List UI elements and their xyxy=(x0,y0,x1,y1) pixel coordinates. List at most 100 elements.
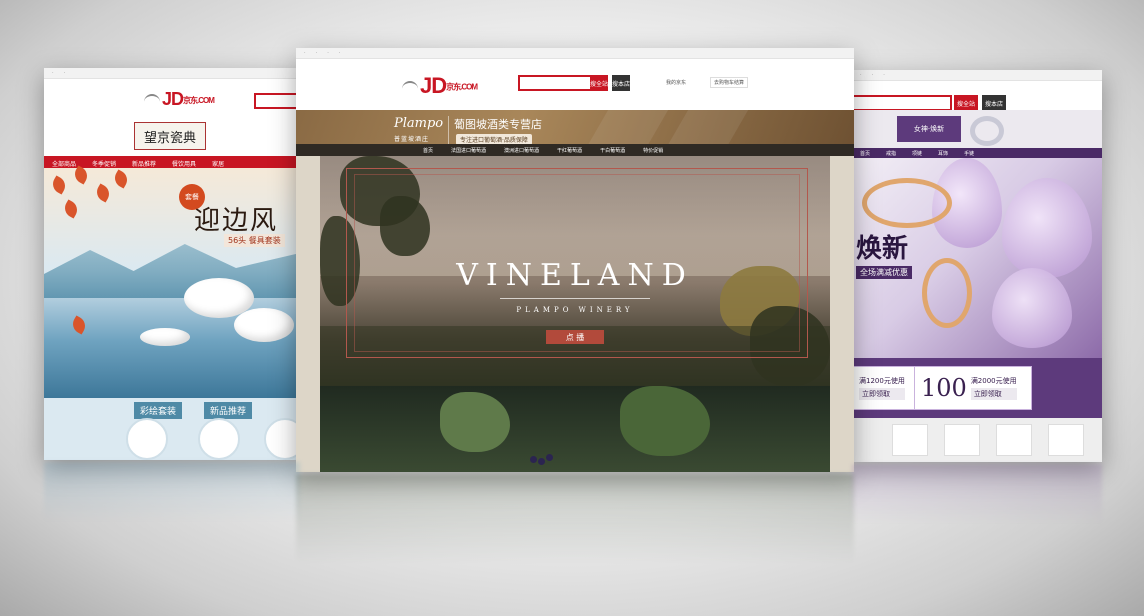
nav-item[interactable]: 首页 xyxy=(414,144,442,156)
poster-title: 迎边风 xyxy=(194,206,279,236)
hero-subtitle: 全场满减优惠 xyxy=(856,266,912,279)
nav-item[interactable]: 干白葡萄酒 xyxy=(591,144,634,156)
coupon-use-button[interactable]: 立即领取 xyxy=(970,388,1017,400)
jd-logo[interactable]: JD京东.COM xyxy=(144,89,215,110)
category-label[interactable]: 彩绘套装 xyxy=(134,402,183,419)
jd-dog-icon xyxy=(402,81,418,93)
hero-title: VINELAND xyxy=(456,258,694,293)
nav-item[interactable]: 手链 xyxy=(956,148,982,158)
side-margin xyxy=(296,156,320,472)
coupon-section: 满1200元使用 立即领取 100 满2000元使用 立即领取 xyxy=(852,358,1102,418)
hero-banner[interactable]: 焕新 全场满减优惠 xyxy=(852,158,1102,358)
vine-leaf-image xyxy=(440,392,510,452)
nav-item[interactable]: 耳饰 xyxy=(930,148,956,158)
brand-logo[interactable]: Plampo xyxy=(394,116,443,131)
ring-image xyxy=(922,258,972,328)
title-underline xyxy=(500,298,650,299)
mountain-image xyxy=(44,244,300,298)
store-nav: 首页 戒指 项链 耳饰 手链 xyxy=(852,148,1102,158)
store-banner: 望京瓷典 xyxy=(44,118,300,157)
orchid-image xyxy=(1002,178,1092,278)
header: JD京东.COM xyxy=(44,79,300,117)
grape-image xyxy=(538,458,545,465)
my-jd-link[interactable]: 我的京东 xyxy=(666,79,686,86)
search-input[interactable] xyxy=(518,75,592,91)
coupon[interactable]: 100 满2000元使用 立即领取 xyxy=(914,366,1032,410)
grape-image xyxy=(546,454,553,461)
orchid-image xyxy=(992,268,1072,348)
search-input[interactable] xyxy=(852,95,952,111)
coupon[interactable]: 满1200元使用 立即领取 xyxy=(852,366,920,410)
teapot-image xyxy=(234,308,294,342)
vine-leaf-image xyxy=(620,386,710,456)
hero-subtitle: PLAMPO WINERY xyxy=(516,306,634,314)
maple-leaf-icon xyxy=(69,315,89,335)
left-page-reflection xyxy=(44,462,300,522)
grape-image xyxy=(530,456,537,463)
ring-image xyxy=(970,116,1004,146)
product-thumb[interactable] xyxy=(892,424,928,456)
lower-banner xyxy=(320,386,830,472)
store-name[interactable]: 望京瓷典 xyxy=(134,122,206,150)
maple-leaf-icon xyxy=(49,175,69,195)
nav-item[interactable]: 特价促销 xyxy=(634,144,672,156)
promo-banner[interactable]: 女神·焕新 xyxy=(897,116,961,142)
nav-item[interactable]: 餐饮用具 xyxy=(164,156,204,168)
center-page-reflection xyxy=(296,474,854,564)
category-label[interactable]: 新品推荐 xyxy=(204,402,253,419)
search-shop-button[interactable]: 搜本店 xyxy=(982,95,1006,111)
nav-item[interactable]: 法国进口葡萄酒 xyxy=(442,144,495,156)
ring-image xyxy=(862,178,952,228)
hero-cta-button[interactable]: 点 播 xyxy=(546,330,604,344)
top-bar: · · · xyxy=(852,70,1102,81)
right-page-reflection xyxy=(852,464,1102,524)
search-all-button[interactable]: 搜全站 xyxy=(954,95,978,111)
nav-item[interactable]: 干红葡萄酒 xyxy=(548,144,591,156)
product-thumb[interactable] xyxy=(944,424,980,456)
search-shop-button[interactable]: 搜本店 xyxy=(612,75,630,91)
hero-banner[interactable]: VINELAND PLAMPO WINERY 点 播 xyxy=(320,156,830,386)
plate-image[interactable] xyxy=(264,418,300,460)
brand-cn-name: 普蓝坡酒庄 xyxy=(394,136,430,143)
maple-leaf-icon xyxy=(93,183,113,203)
nav-item[interactable]: 新品推荐 xyxy=(124,156,164,168)
store-nav: 全部商品 冬季促销 新品推荐 餐饮用具 家居 xyxy=(44,156,300,168)
nav-item[interactable]: 项链 xyxy=(904,148,930,158)
maple-leaf-icon xyxy=(111,169,131,189)
plate-image[interactable] xyxy=(198,418,240,460)
search-all-button[interactable]: 搜全站 xyxy=(590,75,608,91)
store-nav: 首页 法国进口葡萄酒 澳洲进口葡萄酒 干红葡萄酒 干白葡萄酒 特价促销 xyxy=(296,144,854,156)
cart-button[interactable]: 去购物车结算 xyxy=(710,77,749,88)
top-bar: · · · · xyxy=(296,48,854,59)
search-input[interactable] xyxy=(254,93,300,109)
coupon-use-button[interactable]: 立即领取 xyxy=(859,388,905,400)
divider xyxy=(448,116,449,146)
coupon-amount: 100 xyxy=(921,374,967,402)
jd-dog-icon xyxy=(144,94,160,106)
plate-image[interactable] xyxy=(126,418,168,460)
maple-leaf-icon xyxy=(61,199,81,219)
spoon-image xyxy=(140,328,190,346)
maple-leaf-icon xyxy=(71,165,91,185)
hero-title: 焕新 xyxy=(856,234,909,264)
nav-item[interactable]: 首页 xyxy=(852,148,878,158)
nav-item[interactable]: 冬季促销 xyxy=(84,156,124,168)
product-thumb[interactable] xyxy=(996,424,1032,456)
jd-logo[interactable]: JD京东.COM xyxy=(402,73,478,99)
top-bar: · · xyxy=(44,68,300,79)
left-store-page: · · JD京东.COM 望京瓷典 全部商品 冬季促销 新品推荐 餐饮用具 家居 … xyxy=(44,68,300,460)
nav-item[interactable]: 戒指 xyxy=(878,148,904,158)
coupon-text: 满1200元使用 立即领取 xyxy=(859,377,905,400)
coupon-text: 满2000元使用 立即领取 xyxy=(970,377,1017,400)
product-thumb[interactable] xyxy=(1048,424,1084,456)
nav-item[interactable]: 家居 xyxy=(204,156,232,168)
product-row xyxy=(852,418,1102,462)
hero-banner[interactable]: 套餐 迎边风 56头 餐具套装 xyxy=(44,165,300,398)
nav-item[interactable]: 澳洲进口葡萄酒 xyxy=(495,144,548,156)
header: JD京东.COM 搜全站 搜本店 我的京东 去购物车结算 xyxy=(296,59,854,111)
store-banner: 女神·焕新 xyxy=(852,110,1102,148)
side-margin xyxy=(830,156,854,472)
poster-subtitle: 56头 餐具套装 xyxy=(224,234,285,247)
category-section: 彩绘套装 新品推荐 xyxy=(44,398,300,460)
